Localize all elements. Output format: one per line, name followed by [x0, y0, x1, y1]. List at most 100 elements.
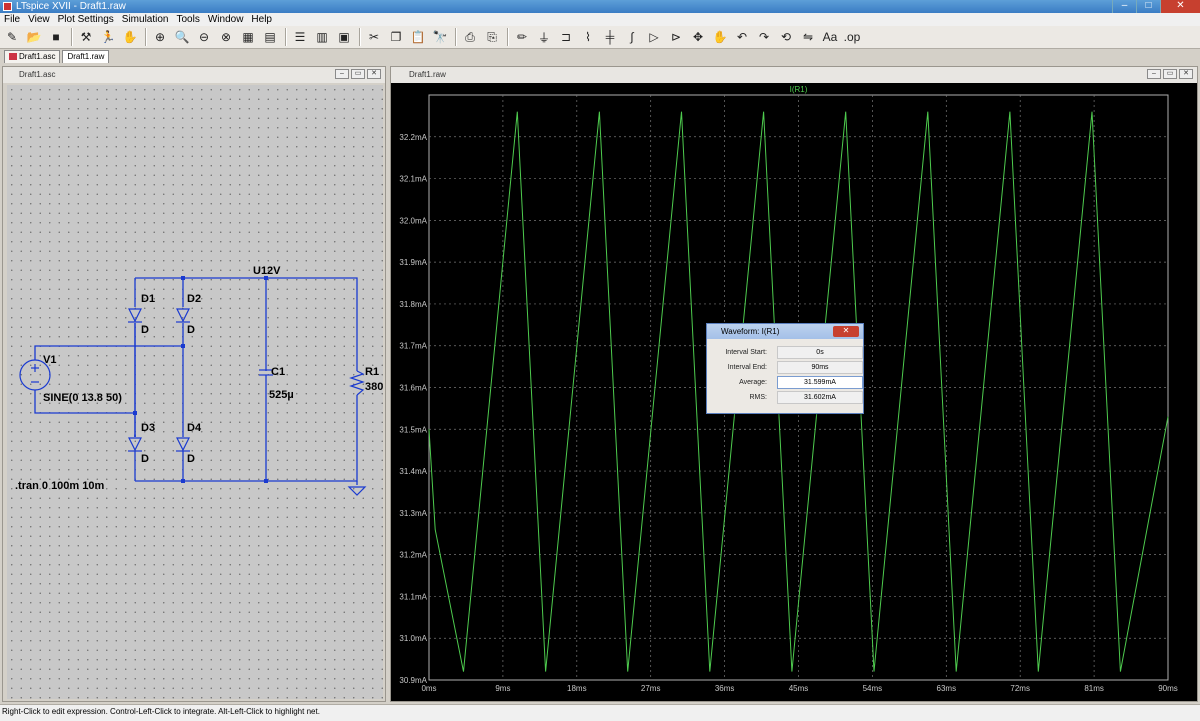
x-tick-label: 36ms [715, 684, 735, 693]
x-tick-label: 72ms [1010, 684, 1030, 693]
control-panel-icon[interactable]: ⚒ [76, 27, 96, 47]
tile-vertical-icon[interactable]: ▥ [312, 27, 332, 47]
average-value[interactable]: 31.599mA [777, 376, 863, 389]
y-tick-label: 31.0mA [399, 634, 427, 643]
menu-tools[interactable]: Tools [172, 13, 203, 26]
zoom-extents-icon[interactable]: ▤ [260, 27, 280, 47]
tab-draft1-raw[interactable]: Draft1.raw [62, 50, 110, 63]
schematic-close-button[interactable]: ✕ [367, 69, 381, 79]
ground-symbol [347, 486, 367, 496]
menu-file[interactable]: File [0, 13, 24, 26]
menu-plot-settings[interactable]: Plot Settings [54, 13, 118, 26]
rms-label: RMS: [749, 394, 768, 401]
resistor-r1[interactable] [349, 370, 365, 396]
maximize-button[interactable]: □ [1136, 0, 1160, 13]
redo-icon[interactable]: ↷ [754, 27, 774, 47]
waveform-dialog: Waveform: I(R1) ✕ Interval Start: 0s Int… [706, 323, 864, 414]
average-row: Average: 31.599mA [707, 376, 865, 390]
waveform-restore-button[interactable]: ▭ [1163, 69, 1177, 79]
undo-icon[interactable]: ↶ [732, 27, 752, 47]
d4-value: D [187, 453, 195, 465]
diode-d1[interactable] [128, 308, 142, 323]
schematic-window-title: Draft1.asc – ▭ ✕ [3, 67, 385, 83]
x-tick-label: 0ms [421, 684, 436, 693]
component-icon[interactable]: ⊳ [666, 27, 686, 47]
menu-help[interactable]: Help [247, 13, 276, 26]
ground-icon[interactable]: ⏚ [534, 27, 554, 47]
trace-label[interactable]: I(R1) [790, 85, 808, 94]
autorange-icon[interactable]: ▦ [238, 27, 258, 47]
x-tick-label: 63ms [937, 684, 957, 693]
diode-d3[interactable] [128, 437, 142, 452]
print-preview-icon[interactable]: ⎘ [482, 27, 502, 47]
spice-directive-icon[interactable]: .op [842, 27, 862, 47]
drag-icon[interactable]: ✋ [710, 27, 730, 47]
rotate-icon[interactable]: ⟲ [776, 27, 796, 47]
diode-d2[interactable] [176, 308, 190, 323]
rms-value: 31.602mA [777, 391, 863, 404]
menu-view[interactable]: View [24, 13, 54, 26]
interval-end-row: Interval End: 90ms [707, 361, 865, 375]
text-icon[interactable]: Aa [820, 27, 840, 47]
label-net-icon[interactable]: ⊐ [556, 27, 576, 47]
open-icon[interactable]: 📂 [24, 27, 44, 47]
y-tick-label: 31.4mA [399, 467, 427, 476]
waveform-minimize-button[interactable]: – [1147, 69, 1161, 79]
d1-value: D [141, 324, 149, 336]
interval-start-label: Interval Start: [725, 349, 767, 356]
print-icon[interactable]: ⎙ [460, 27, 480, 47]
schematic-restore-button[interactable]: ▭ [351, 69, 365, 79]
zoom-cancel-icon[interactable]: ⊗ [216, 27, 236, 47]
interval-end-value: 90ms [777, 361, 863, 374]
y-tick-label: 30.9mA [399, 676, 427, 685]
average-label: Average: [739, 379, 767, 386]
menu-window[interactable]: Window [204, 13, 248, 26]
d2-name: D2 [187, 293, 201, 305]
d3-value: D [141, 453, 149, 465]
dialog-close-button[interactable]: ✕ [833, 326, 859, 337]
new-schematic-icon[interactable]: ✎ [2, 27, 22, 47]
spice-directive[interactable]: .tran 0 100m 10m [15, 480, 104, 492]
toolbar: ✎ 📂 ■ ⚒ 🏃 ✋ ⊕ 🔍 ⊖ ⊗ ▦ ▤ ☰ ▥ ▣ ✂ ❐ 📋 🔭 ⎙ … [0, 26, 1200, 49]
y-tick-label: 31.2mA [399, 551, 427, 560]
cut-icon[interactable]: ✂ [364, 27, 384, 47]
status-bar: Right-Click to edit expression. Control-… [0, 704, 1200, 721]
diode-d4[interactable] [176, 437, 190, 452]
capacitor-icon[interactable]: ╪ [600, 27, 620, 47]
schematic-window: Draft1.asc – ▭ ✕ U12V D1 D D2 D D3 D D4 … [2, 66, 386, 702]
x-tick-label: 81ms [1084, 684, 1104, 693]
d2-value: D [187, 324, 195, 336]
pan-icon[interactable]: 🔍 [172, 27, 192, 47]
interval-end-label: Interval End: [727, 364, 767, 371]
waveform-close-button[interactable]: ✕ [1179, 69, 1193, 79]
copy-icon[interactable]: ❐ [386, 27, 406, 47]
mirror-icon[interactable]: ⇋ [798, 27, 818, 47]
interval-start-value: 0s [777, 346, 863, 359]
run-icon[interactable]: 🏃 [98, 27, 118, 47]
move-icon[interactable]: ✥ [688, 27, 708, 47]
waveform-window-title: Draft1.raw – ▭ ✕ [391, 67, 1197, 83]
cascade-icon[interactable]: ▣ [334, 27, 354, 47]
halt-icon[interactable]: ✋ [120, 27, 140, 47]
inductor-icon[interactable]: ∫ [622, 27, 642, 47]
schematic-canvas[interactable]: U12V D1 D D2 D D3 D D4 D V1 SINE(0 13.8 … [7, 85, 383, 699]
tile-horizontal-icon[interactable]: ☰ [290, 27, 310, 47]
minimize-button[interactable]: – [1112, 0, 1136, 13]
zoom-in-icon[interactable]: ⊕ [150, 27, 170, 47]
y-tick-label: 32.1mA [399, 175, 427, 184]
close-button[interactable]: ✕ [1160, 0, 1200, 13]
schematic-minimize-button[interactable]: – [335, 69, 349, 79]
y-tick-label: 31.3mA [399, 509, 427, 518]
resistor-icon[interactable]: ⌇ [578, 27, 598, 47]
x-tick-label: 90ms [1158, 684, 1178, 693]
tab-draft1-asc[interactable]: Draft1.asc [4, 50, 61, 63]
menu-simulation[interactable]: Simulation [118, 13, 173, 26]
save-icon[interactable]: ■ [46, 27, 66, 47]
find-icon[interactable]: 🔭 [430, 27, 450, 47]
menu-bar: File View Plot Settings Simulation Tools… [0, 13, 1200, 26]
wire-icon[interactable]: ✏ [512, 27, 532, 47]
paste-icon[interactable]: 📋 [408, 27, 428, 47]
net-label-u12v[interactable]: U12V [253, 265, 281, 277]
diode-icon[interactable]: ▷ [644, 27, 664, 47]
zoom-out-icon[interactable]: ⊖ [194, 27, 214, 47]
